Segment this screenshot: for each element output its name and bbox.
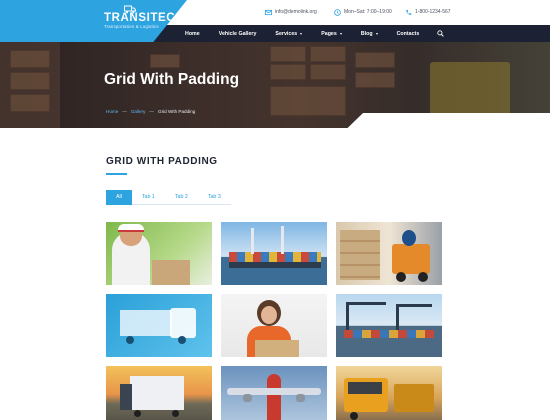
gallery-image-part xyxy=(402,230,416,246)
nav-item-label: Pages xyxy=(321,30,337,37)
page-title: Grid With Padding xyxy=(104,71,240,88)
nav-item-blog[interactable]: Blog xyxy=(361,31,378,37)
section-title: GRID WITH PADDING xyxy=(106,156,218,167)
gallery-item-blue-truck[interactable] xyxy=(106,294,212,357)
envelope-icon xyxy=(265,9,272,15)
chevron-down-icon xyxy=(339,32,342,35)
gallery-image-part xyxy=(152,260,190,285)
contact-phone-text: 1-800-1234-567 xyxy=(415,9,451,15)
gallery-image-part xyxy=(130,376,184,410)
main-nav: Home Vehicle Gallery Services Pages Blog Cont… xyxy=(185,25,438,42)
title-underline xyxy=(106,173,127,175)
gallery-grid xyxy=(106,222,443,420)
breadcrumb: Home — Gallery — Grid With Padding xyxy=(106,109,195,114)
nav-item-label: Services xyxy=(275,30,298,37)
gallery-image-part xyxy=(281,226,284,254)
gallery-image-part xyxy=(267,374,281,420)
breadcrumb-separator-icon: — xyxy=(122,109,127,114)
gallery-image-part xyxy=(227,388,321,395)
nav-item-home[interactable]: Home xyxy=(185,31,200,37)
gallery-item-port-cranes[interactable] xyxy=(336,294,442,357)
gallery-image-part xyxy=(120,310,172,336)
breadcrumb-gallery[interactable]: Gallery xyxy=(131,109,146,114)
nav-item-label: Blog xyxy=(360,30,373,37)
gallery-item-truck-sunset[interactable] xyxy=(106,366,212,420)
gallery-image-part xyxy=(172,410,179,417)
nav-item-contacts[interactable]: Contacts xyxy=(397,31,420,37)
contact-hours-text: Mon–Sat: 7:00–19:00 xyxy=(344,9,392,15)
breadcrumb-home[interactable]: Home xyxy=(106,109,118,114)
tab-tab-1[interactable]: Tab 1 xyxy=(131,190,165,205)
gallery-image-part xyxy=(251,228,254,254)
gallery-image-part xyxy=(348,382,382,394)
nav-item-pages[interactable]: Pages xyxy=(321,31,342,37)
gallery-item-yellow-trucks[interactable] xyxy=(336,366,442,420)
brand-tagline: Transportation & Logistics xyxy=(104,24,159,29)
gallery-image-part xyxy=(261,306,277,324)
gallery-image-part xyxy=(255,340,299,357)
breadcrumb-separator-icon: — xyxy=(149,109,155,114)
gallery-item-container-port[interactable] xyxy=(221,222,327,285)
gallery-item-courier[interactable] xyxy=(106,222,212,285)
nav-item-services[interactable]: Services xyxy=(275,30,303,37)
gallery-image-part xyxy=(396,272,406,282)
gallery-image-part xyxy=(392,244,430,274)
gallery-image-part xyxy=(178,336,186,344)
phone-icon xyxy=(406,9,412,15)
nav-item-vehicle-gallery[interactable]: Vehicle Gallery xyxy=(219,31,257,37)
breadcrumb-current: Grid With Padding xyxy=(158,109,196,114)
search-icon[interactable] xyxy=(437,30,444,37)
chevron-down-icon xyxy=(300,32,303,35)
gallery-image-part xyxy=(118,224,144,232)
gallery-image-part xyxy=(418,272,428,282)
gallery-image-part xyxy=(170,308,196,338)
gallery-image-part xyxy=(134,410,141,417)
contact-phone[interactable]: 1-800-1234-567 xyxy=(405,8,451,16)
gallery-image-part xyxy=(296,394,305,402)
chevron-down-icon xyxy=(375,32,378,35)
contact-email[interactable]: info@demolink.org xyxy=(265,8,317,16)
nav-item-label: Contacts xyxy=(396,30,420,37)
gallery-item-forklift-warehouse[interactable] xyxy=(336,222,442,285)
gallery-image-part xyxy=(229,262,321,268)
contact-email-text: info@demolink.org xyxy=(275,9,317,15)
gallery-image-part xyxy=(229,252,321,262)
brand-name: TRANSITEC xyxy=(104,12,176,24)
gallery-image-part xyxy=(346,302,386,305)
tab-tab-2[interactable]: Tab 2 xyxy=(164,190,198,205)
gallery-image-part xyxy=(243,394,252,402)
contact-hours: Mon–Sat: 7:00–19:00 xyxy=(334,8,392,16)
filter-tabs: All Tab 1 Tab 2 Tab 3 xyxy=(106,190,231,205)
gallery-image-part xyxy=(344,330,434,338)
gallery-image-part xyxy=(350,412,358,420)
gallery-image-part xyxy=(340,230,380,280)
gallery-image-part xyxy=(120,384,132,410)
gallery-image-part xyxy=(396,304,432,307)
clock-icon xyxy=(334,8,341,16)
nav-item-label: Home xyxy=(185,30,200,37)
nav-item-label: Vehicle Gallery xyxy=(218,30,257,37)
tab-tab-3[interactable]: Tab 3 xyxy=(197,190,231,205)
gallery-image-part xyxy=(394,384,434,412)
gallery-item-airplane[interactable] xyxy=(221,366,327,420)
gallery-image-part xyxy=(126,336,134,344)
tab-all[interactable]: All xyxy=(106,190,132,205)
gallery-item-woman-with-box[interactable] xyxy=(221,294,327,357)
